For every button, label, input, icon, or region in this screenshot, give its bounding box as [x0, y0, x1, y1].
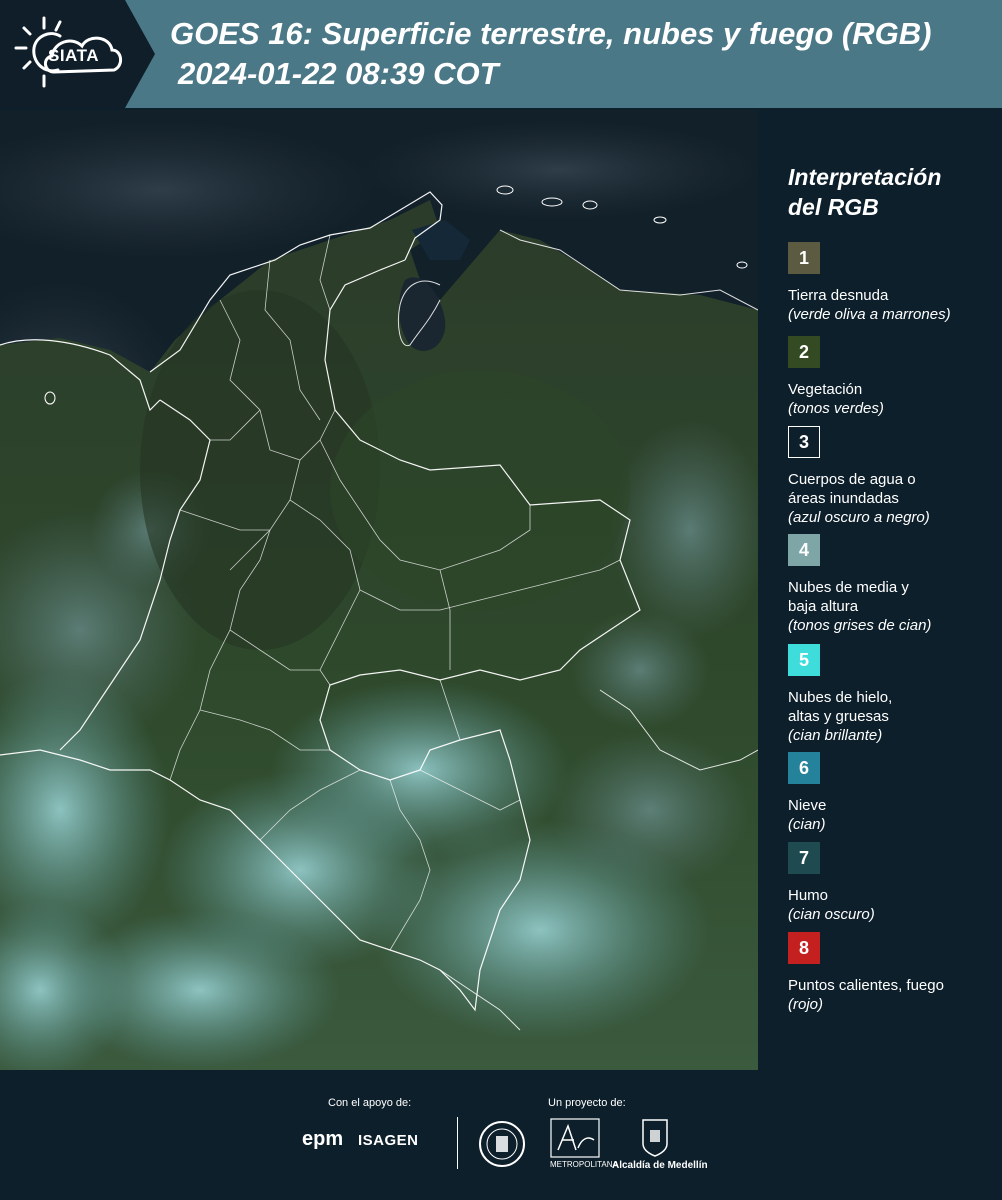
- legend-label: Nubes de media y baja altura: [788, 578, 993, 616]
- legend-item-mid-low-clouds: 4 Nubes de media y baja altura (tonos gr…: [788, 534, 993, 635]
- page-title: GOES 16: Superficie terrestre, nubes y f…: [170, 16, 932, 51]
- legend-swatch: 3: [788, 426, 820, 458]
- legend-description: (verde oliva a marrones): [788, 306, 951, 323]
- legend-item-fire: 8 Puntos calientes, fuego (rojo): [788, 932, 993, 1014]
- legend-description: (cian brillante): [788, 727, 883, 744]
- legend-swatch: 7: [788, 842, 820, 874]
- legend-label-line1: Nubes de hielo,: [788, 689, 893, 706]
- legend-item-bare-soil: 1 Tierra desnuda (verde oliva a marrones…: [788, 242, 993, 324]
- legend-label: Nubes de hielo, altas y gruesas: [788, 688, 993, 726]
- legend-description: (rojo): [788, 996, 824, 1013]
- legend-label: Humo: [788, 887, 829, 904]
- legend-label-line2: baja altura: [788, 598, 859, 615]
- footer-divider: [457, 1117, 458, 1169]
- medellin-shield-icon: [642, 1119, 668, 1157]
- legend-swatch: 8: [788, 932, 820, 964]
- legend-title-line2: del RGB: [788, 194, 879, 220]
- satellite-map: [0, 110, 758, 1070]
- area-metropolitana-label: METROPOLITANA: [550, 1160, 618, 1169]
- epm-logo: epm: [302, 1128, 344, 1150]
- legend-item-vegetation: 2 Vegetación (tonos verdes): [788, 336, 993, 418]
- legend-description: (tonos verdes): [788, 400, 884, 417]
- timestamp: 2024-01-22 08:39 COT: [178, 56, 499, 91]
- legend-label: Cuerpos de agua o áreas inundadas: [788, 470, 993, 508]
- legend-description: (cian oscuro): [788, 906, 875, 923]
- legend-title: Interpretación del RGB: [788, 162, 993, 222]
- legend-swatch: 2: [788, 336, 820, 368]
- legend-description: (azul oscuro a negro): [788, 509, 930, 526]
- legend-label-line2: altas y gruesas: [788, 708, 889, 725]
- area-metropolitana-logo: [550, 1118, 600, 1158]
- legend-swatch: 5: [788, 644, 820, 676]
- legend-label: Puntos calientes, fuego: [788, 977, 944, 994]
- legend-label-line2: áreas inundadas: [788, 490, 899, 507]
- project-label: Un proyecto de:: [548, 1097, 626, 1109]
- legend-description: (cian): [788, 816, 826, 833]
- legend-label-line1: Nubes de media y: [788, 579, 909, 596]
- legend-item-smoke: 7 Humo (cian oscuro): [788, 842, 993, 924]
- legend-item-ice-clouds: 5 Nubes de hielo, altas y gruesas (cian …: [788, 644, 993, 745]
- header-bar: SIATA GOES 16: Superficie terrestre, nub…: [0, 0, 1002, 108]
- legend-swatch: 4: [788, 534, 820, 566]
- legend-label: Tierra desnuda: [788, 287, 889, 304]
- legend-title-line1: Interpretación: [788, 164, 942, 190]
- legend: Interpretación del RGB 1 Tierra desnuda …: [788, 162, 993, 1013]
- university-seal-icon: [479, 1121, 525, 1167]
- alcaldia-label: Alcaldía de Medellín: [612, 1160, 708, 1171]
- legend-description: (tonos grises de cian): [788, 617, 932, 634]
- isagen-logo: ISAGEN: [358, 1132, 419, 1149]
- satellite-image: [0, 110, 758, 1070]
- legend-item-snow: 6 Nieve (cian): [788, 752, 993, 834]
- legend-item-water: 3 Cuerpos de agua o áreas inundadas (azu…: [788, 426, 993, 527]
- legend-label-line1: Cuerpos de agua o: [788, 471, 916, 488]
- legend-label: Vegetación: [788, 381, 863, 398]
- legend-label: Nieve: [788, 797, 827, 814]
- legend-swatch: 1: [788, 242, 820, 274]
- support-label: Con el apoyo de:: [328, 1097, 412, 1109]
- legend-swatch: 6: [788, 752, 820, 784]
- siata-logo-text: SIATA: [48, 46, 99, 65]
